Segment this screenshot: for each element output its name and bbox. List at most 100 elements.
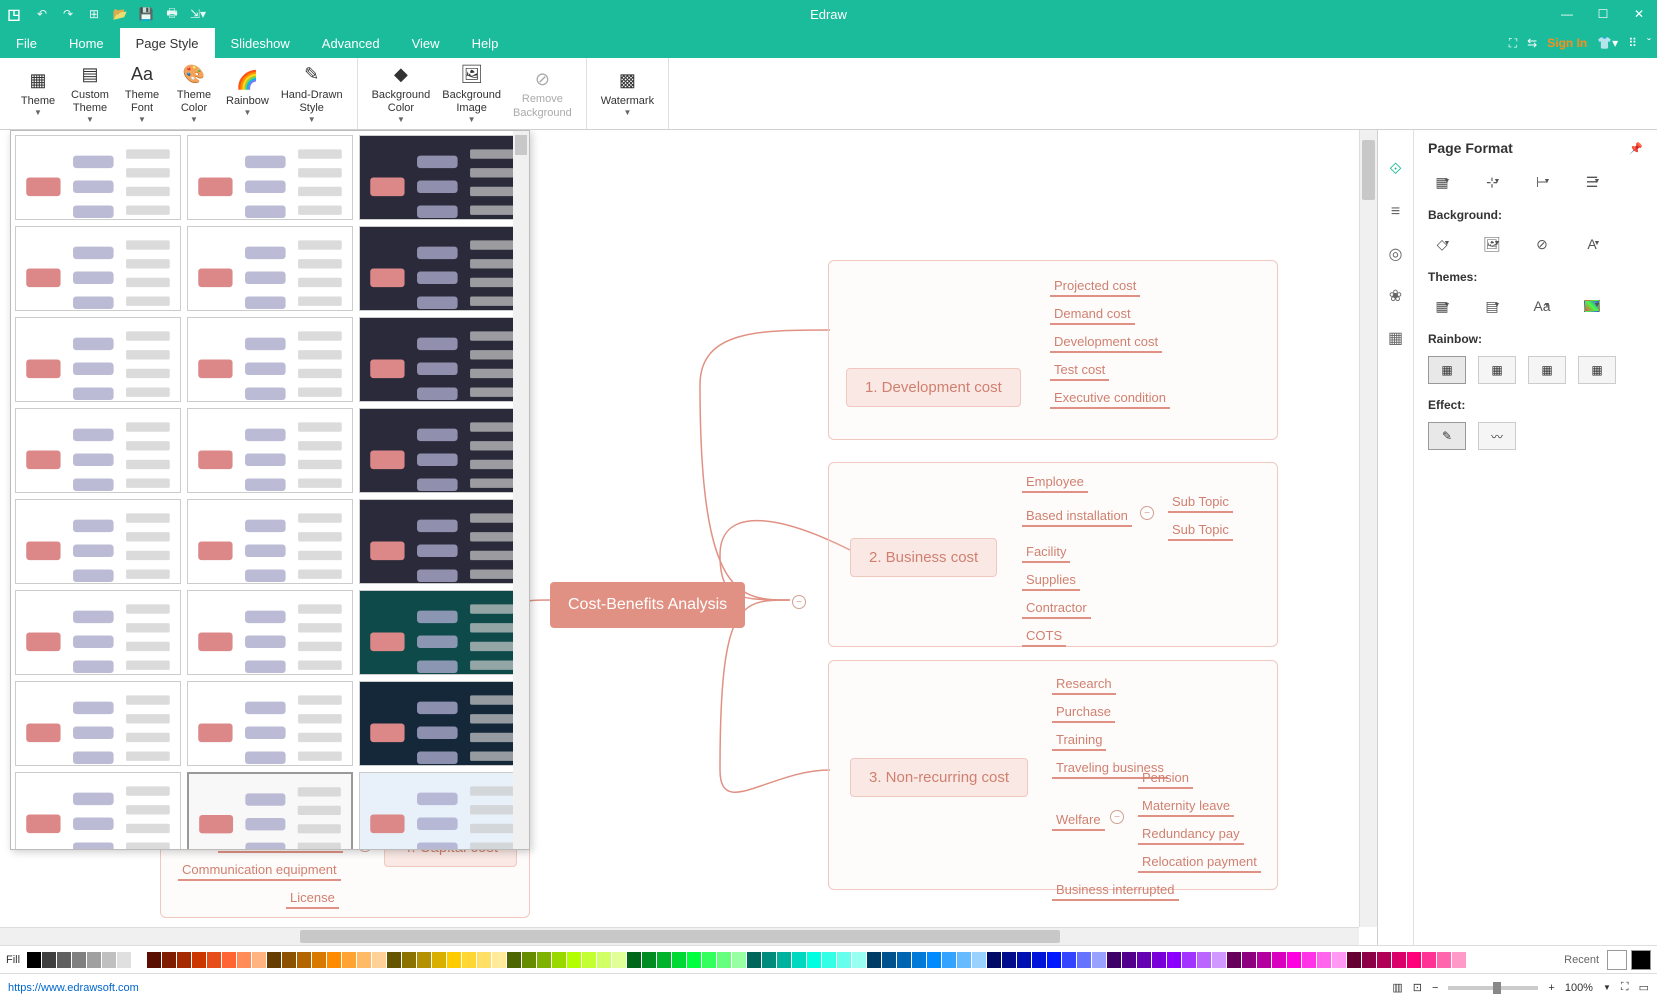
theme-button[interactable]: ▦Theme▼ xyxy=(12,58,64,129)
remove-background-button[interactable]: ⊘Remove Background xyxy=(507,58,578,129)
color-swatch[interactable] xyxy=(912,952,926,968)
color-swatch[interactable] xyxy=(1107,952,1121,968)
leaf[interactable]: COTS xyxy=(1022,626,1066,647)
color-swatch[interactable] xyxy=(57,952,71,968)
rainbow-button[interactable]: 🌈Rainbow▼ xyxy=(220,58,275,129)
color-swatch[interactable] xyxy=(1077,952,1091,968)
leaf[interactable]: Employee xyxy=(1022,472,1088,493)
leaf[interactable]: Maternity leave xyxy=(1138,796,1234,817)
color-swatch[interactable] xyxy=(282,952,296,968)
color-swatch[interactable] xyxy=(312,952,326,968)
theme-thumbnail[interactable] xyxy=(359,499,525,584)
color-swatch[interactable] xyxy=(597,952,611,968)
color-swatch[interactable] xyxy=(867,952,881,968)
layout-option-2[interactable]: ⊹▼ xyxy=(1478,170,1506,194)
theme-custom-icon[interactable]: ▤▼ xyxy=(1478,294,1506,318)
leaf[interactable]: Executive condition xyxy=(1050,388,1170,409)
leaf[interactable]: Sub Topic xyxy=(1168,492,1233,513)
rainbow-opt-2[interactable]: ▦ xyxy=(1478,356,1516,384)
theme-thumbnail[interactable] xyxy=(359,681,525,766)
color-swatch[interactable] xyxy=(1272,952,1286,968)
leaf[interactable]: Redundancy pay xyxy=(1138,824,1244,845)
color-swatch[interactable] xyxy=(972,952,986,968)
color-swatch[interactable] xyxy=(537,952,551,968)
color-swatch[interactable] xyxy=(177,952,191,968)
color-swatch[interactable] xyxy=(1032,952,1046,968)
color-swatch[interactable] xyxy=(372,952,386,968)
color-swatch[interactable] xyxy=(1167,952,1181,968)
color-swatch[interactable] xyxy=(1047,952,1061,968)
color-swatch[interactable] xyxy=(642,952,656,968)
share-icon[interactable]: ⇆ xyxy=(1527,36,1537,50)
color-swatch[interactable] xyxy=(657,952,671,968)
tab-view[interactable]: View xyxy=(396,28,456,58)
color-swatch[interactable] xyxy=(717,952,731,968)
theme-thumbnail[interactable] xyxy=(359,317,525,402)
color-swatch[interactable] xyxy=(1017,952,1031,968)
leaf[interactable]: Contractor xyxy=(1022,598,1091,619)
effect-opt-1[interactable]: ✎ xyxy=(1428,422,1466,450)
color-swatch[interactable] xyxy=(1422,952,1436,968)
color-swatch[interactable] xyxy=(387,952,401,968)
color-swatch[interactable] xyxy=(87,952,101,968)
rainbow-opt-4[interactable]: ▦ xyxy=(1578,356,1616,384)
apps-icon[interactable]: ⠿ xyxy=(1628,36,1637,50)
target-icon[interactable]: ◎ xyxy=(1386,244,1406,264)
color-swatch[interactable] xyxy=(252,952,266,968)
minimize-button[interactable]: — xyxy=(1549,0,1585,28)
theme-thumbnail[interactable] xyxy=(187,681,353,766)
leaf[interactable]: Welfare xyxy=(1052,810,1105,831)
theme-font-icon[interactable]: Aa▼ xyxy=(1528,294,1556,318)
color-swatch[interactable] xyxy=(27,952,41,968)
theme-thumbnail[interactable] xyxy=(359,772,525,850)
list-icon[interactable]: ≡ xyxy=(1386,202,1406,222)
zoom-value[interactable]: 100% xyxy=(1565,982,1593,994)
theme-thumbnail[interactable] xyxy=(15,499,181,584)
color-swatch[interactable] xyxy=(582,952,596,968)
color-swatch[interactable] xyxy=(1377,952,1391,968)
recent-color-1[interactable] xyxy=(1607,950,1627,970)
color-swatch[interactable] xyxy=(1347,952,1361,968)
color-swatch[interactable] xyxy=(1302,952,1316,968)
theme-font-button[interactable]: AaTheme Font▼ xyxy=(116,58,168,129)
save-icon[interactable]: 💾 xyxy=(138,6,154,22)
layout-option-3[interactable]: ⊢▼ xyxy=(1528,170,1556,194)
branch-1[interactable]: 1. Development cost xyxy=(846,368,1021,407)
theme-thumbnail[interactable] xyxy=(15,772,181,850)
rainbow-opt-1[interactable]: ▦ xyxy=(1428,356,1466,384)
color-swatch[interactable] xyxy=(477,952,491,968)
tshirt-icon[interactable]: 👕▾ xyxy=(1597,36,1618,50)
leaf[interactable]: Relocation payment xyxy=(1138,852,1261,873)
color-swatch[interactable] xyxy=(462,952,476,968)
color-swatch[interactable] xyxy=(612,952,626,968)
color-swatch[interactable] xyxy=(147,952,161,968)
color-swatch[interactable] xyxy=(792,952,806,968)
theme-palette-icon[interactable]: ▼ xyxy=(1578,294,1606,318)
color-swatch[interactable] xyxy=(1197,952,1211,968)
tab-home[interactable]: Home xyxy=(53,28,120,58)
expand-toggle[interactable]: − xyxy=(1110,810,1124,824)
color-swatch[interactable] xyxy=(207,952,221,968)
collapse-ribbon-icon[interactable]: ˇ xyxy=(1647,36,1651,50)
bg-image-icon[interactable]: 🖼▼ xyxy=(1478,232,1506,256)
theme-thumbnail[interactable] xyxy=(187,499,353,584)
theme-thumbnail[interactable] xyxy=(187,135,353,220)
leaf[interactable]: Training xyxy=(1052,730,1106,751)
color-swatch[interactable] xyxy=(522,952,536,968)
theme-thumbnail[interactable] xyxy=(15,681,181,766)
watermark-button[interactable]: ▩Watermark▼ xyxy=(595,58,660,129)
color-swatch[interactable] xyxy=(1137,952,1151,968)
fullscreen-icon[interactable]: ⛶ xyxy=(1509,36,1517,51)
new-icon[interactable]: ⊞ xyxy=(86,6,102,22)
sign-in-link[interactable]: Sign In xyxy=(1547,36,1587,50)
color-swatch[interactable] xyxy=(1317,952,1331,968)
color-swatch[interactable] xyxy=(1242,952,1256,968)
color-swatch[interactable] xyxy=(117,952,131,968)
pin-icon[interactable]: 📌 xyxy=(1629,142,1643,155)
rainbow-opt-3[interactable]: ▦ xyxy=(1528,356,1566,384)
theme-thumbnail[interactable] xyxy=(187,590,353,675)
color-swatch[interactable] xyxy=(132,952,146,968)
theme-thumbnail[interactable] xyxy=(359,226,525,311)
color-swatch[interactable] xyxy=(1212,952,1226,968)
root-node[interactable]: Cost-Benefits Analysis xyxy=(550,582,745,628)
